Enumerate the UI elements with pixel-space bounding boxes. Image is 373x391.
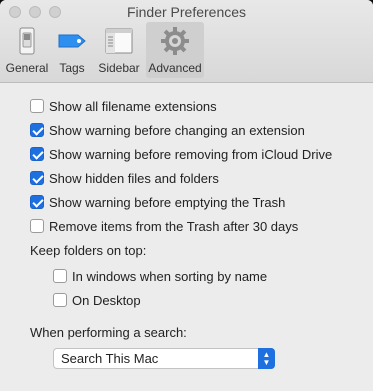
tab-sidebar[interactable]: Sidebar [94,22,144,78]
finder-preferences-window: Finder Preferences General Tags Sidebar … [0,0,373,391]
option-label: Show hidden files and folders [49,170,219,186]
general-switch-icon [19,27,35,55]
option-remove-trash-30[interactable]: Remove items from the Trash after 30 day… [30,217,298,235]
checkbox[interactable] [30,123,44,137]
tab-tags[interactable]: Tags [52,22,92,78]
option-show-hidden[interactable]: Show hidden files and folders [30,169,219,187]
tab-general[interactable]: General [4,22,50,78]
tab-label-sidebar: Sidebar [98,61,140,75]
window-title: Finder Preferences [126,4,247,20]
tag-icon [58,34,86,48]
checkbox[interactable] [53,269,67,283]
preferences-toolbar: General Tags Sidebar Advanced [4,22,206,80]
option-label: In windows when sorting by name [72,268,268,284]
title-bar: Finder Preferences General Tags Sidebar … [0,0,373,83]
checkbox[interactable] [30,195,44,209]
option-folders-on-desktop[interactable]: On Desktop [53,291,141,309]
option-warn-icloud-remove[interactable]: Show warning before removing from iCloud… [30,145,332,163]
checkbox[interactable] [30,219,44,233]
checkbox[interactable] [53,293,67,307]
option-label: Show warning before emptying the Trash [49,194,286,210]
tab-label-advanced: Advanced [148,61,202,75]
checkbox[interactable] [30,99,44,113]
search-scope-value: Search This Mac [61,351,159,366]
option-warn-empty-trash[interactable]: Show warning before emptying the Trash [30,193,285,211]
search-scope-heading: When performing a search: [30,325,187,340]
option-label: On Desktop [72,292,141,308]
option-label: Remove items from the Trash after 30 day… [49,218,299,234]
option-show-extensions[interactable]: Show all filename extensions [30,97,217,115]
tab-label-general: General [5,61,49,75]
sidebar-icon [105,28,133,54]
popup-stepper-icon: ▲ ▼ [258,348,275,369]
checkbox[interactable] [30,171,44,185]
checkbox[interactable] [30,147,44,161]
option-label: Show all filename extensions [49,98,217,114]
option-label: Show warning before removing from iCloud… [49,146,333,162]
option-warn-extension-change[interactable]: Show warning before changing an extensio… [30,121,305,139]
option-folders-in-windows[interactable]: In windows when sorting by name [53,267,267,285]
keep-folders-heading: Keep folders on top: [30,243,147,258]
tab-advanced[interactable]: Advanced [146,22,204,78]
search-scope-select[interactable]: Search This Mac ▲ ▼ [53,348,275,369]
gear-icon [161,27,189,55]
option-label: Show warning before changing an extensio… [49,122,305,138]
tab-label-tags: Tags [59,61,85,75]
advanced-pane: Show all filename extensions Show warnin… [0,83,373,391]
